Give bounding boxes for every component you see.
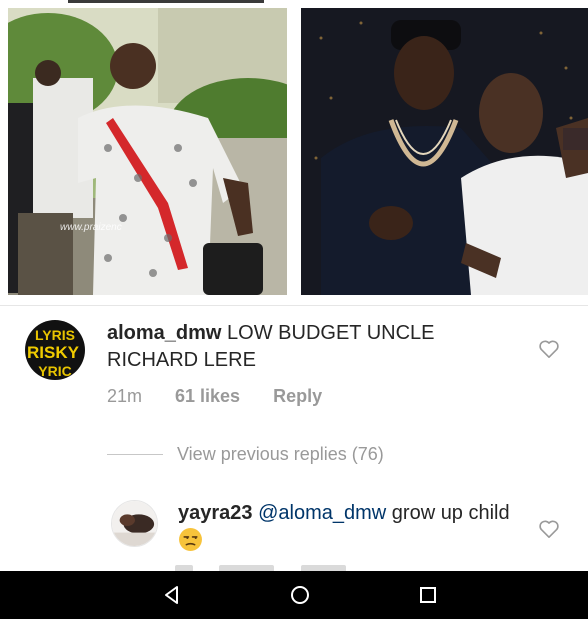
photo-left[interactable]: www.praizenc xyxy=(8,8,287,295)
photo-left-image: www.praizenc xyxy=(8,8,287,295)
photo-right[interactable] xyxy=(301,8,588,295)
comment-username[interactable]: yayra23 xyxy=(178,502,253,524)
comment-text: grow up child xyxy=(391,502,510,524)
comment-time: 21m xyxy=(107,386,143,406)
heart-outline-icon[interactable] xyxy=(538,519,560,539)
svg-text:YRIC: YRIC xyxy=(38,363,71,379)
avatar[interactable]: LYRIS RISKY YRIC xyxy=(25,320,85,380)
comment-meta-cutoff xyxy=(175,563,395,571)
recents-square-icon[interactable] xyxy=(416,583,440,607)
comment-username[interactable]: aloma_dmw xyxy=(107,322,221,344)
comment-body: yayra23 @aloma_dmw grow up child xyxy=(178,500,518,555)
top-edge-bar xyxy=(68,0,264,3)
svg-text:LYRIS: LYRIS xyxy=(35,327,75,343)
comment-meta: 21m 61 likes Reply xyxy=(107,386,322,407)
avatar-text: RISKY xyxy=(27,343,80,362)
reply-button[interactable]: Reply xyxy=(273,386,322,407)
comment-item: yayra23 @aloma_dmw grow up child xyxy=(0,500,588,570)
avatar-image xyxy=(112,501,157,546)
comment-body: aloma_dmw LOW BUDGET UNCLE RICHARD LERE xyxy=(107,320,507,374)
avatar-image: LYRIS RISKY YRIC xyxy=(25,320,85,380)
android-nav-bar xyxy=(0,571,588,619)
photo-right-image xyxy=(301,8,588,295)
avatar[interactable] xyxy=(111,500,158,547)
photo-watermark: www.praizenc xyxy=(60,222,122,233)
back-triangle-icon[interactable] xyxy=(160,583,184,607)
section-divider xyxy=(0,305,588,306)
comment-item: LYRIS RISKY YRIC aloma_dmw LOW BUDGET UN… xyxy=(0,320,588,440)
home-circle-icon[interactable] xyxy=(288,583,312,607)
view-previous-replies-label: View previous replies (76) xyxy=(177,443,384,464)
replies-line xyxy=(107,453,163,455)
unamused-face-icon xyxy=(179,528,202,551)
view-previous-replies[interactable]: View previous replies (76) xyxy=(107,441,507,467)
post-image-area[interactable]: www.praizenc xyxy=(0,0,588,305)
comment-mention[interactable]: @aloma_dmw xyxy=(258,502,386,524)
heart-outline-icon[interactable] xyxy=(538,339,560,359)
comment-likes[interactable]: 61 likes xyxy=(175,386,240,407)
